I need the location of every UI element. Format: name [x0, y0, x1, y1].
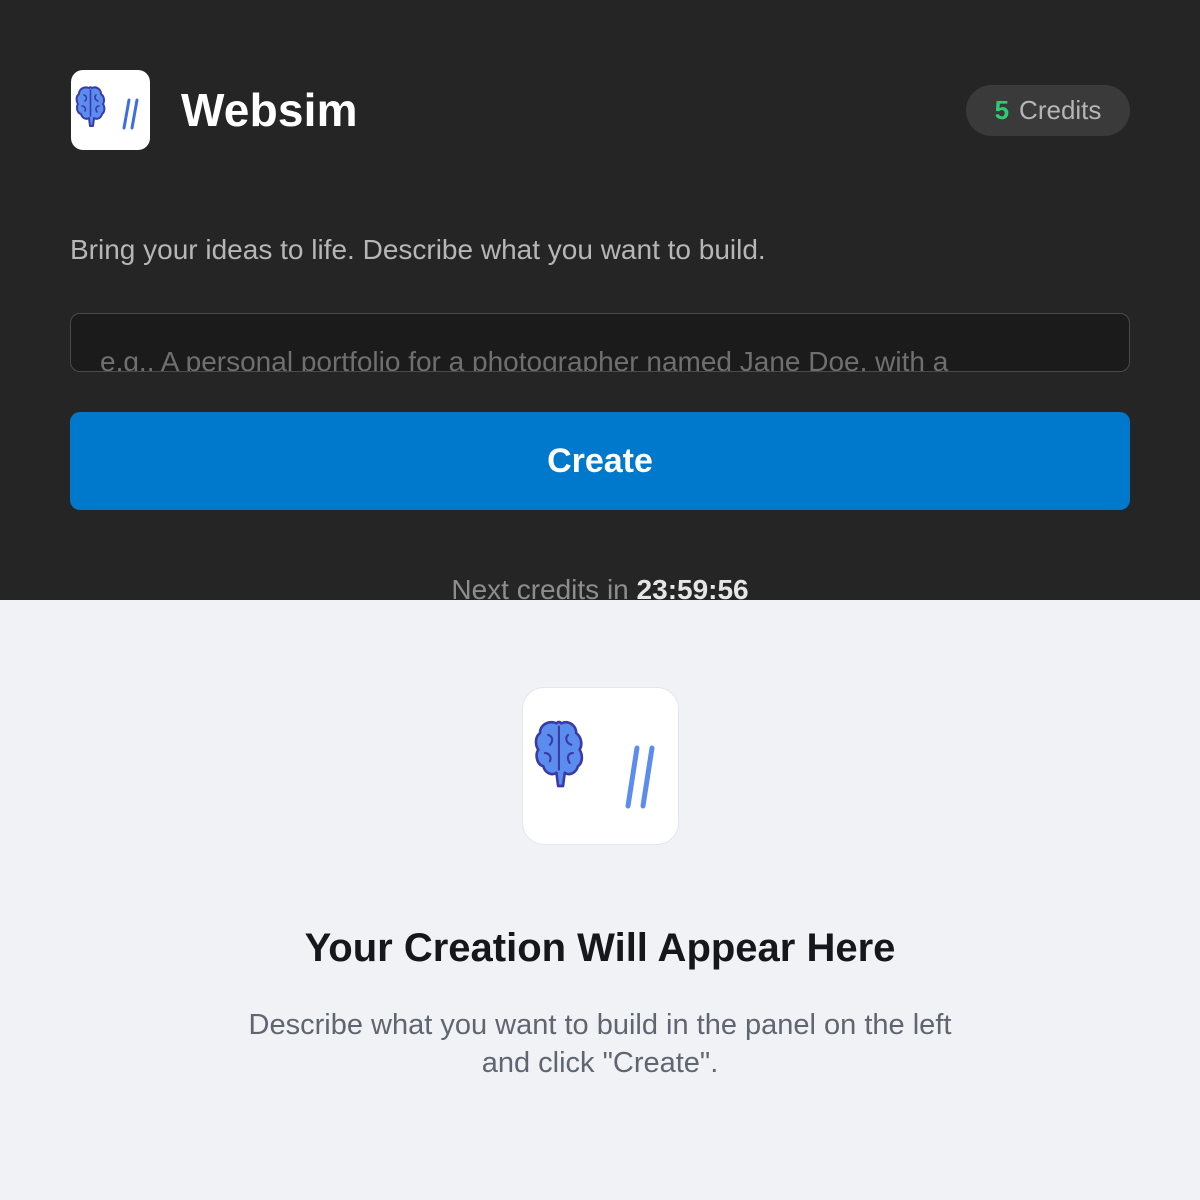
- credits-count: 5: [994, 95, 1010, 125]
- next-credits-label: Next credits in: [451, 574, 629, 600]
- prompt-panel: Websim 5 Credits Bring your ideas to lif…: [0, 0, 1200, 600]
- next-credits-timer: Next credits in 23:59:56: [0, 572, 1200, 600]
- preview-description-line: Describe what you want to build in the p…: [248, 1009, 952, 1041]
- prompt-input[interactable]: [70, 313, 1130, 372]
- credits-label: Credits: [1019, 95, 1102, 125]
- preview-description: Describe what you want to build in the p…: [200, 1006, 1000, 1082]
- brain-slash-logo-icon: [534, 720, 655, 809]
- app-logo: [71, 70, 150, 150]
- preview-logo: [522, 687, 679, 845]
- credits-badge: 5 Credits: [966, 85, 1130, 136]
- preview-panel: Your Creation Will Appear Here Describe …: [0, 600, 1200, 1200]
- preview-title: Your Creation Will Appear Here: [304, 926, 896, 970]
- create-button[interactable]: Create: [70, 412, 1130, 510]
- next-credits-time: 23:59:56: [636, 574, 749, 600]
- tagline: Bring your ideas to life. Describe what …: [70, 234, 766, 265]
- preview-description-line: and click "Create".: [481, 1047, 719, 1079]
- app-title: Websim: [181, 84, 358, 136]
- brain-slash-logo-icon: [75, 86, 139, 130]
